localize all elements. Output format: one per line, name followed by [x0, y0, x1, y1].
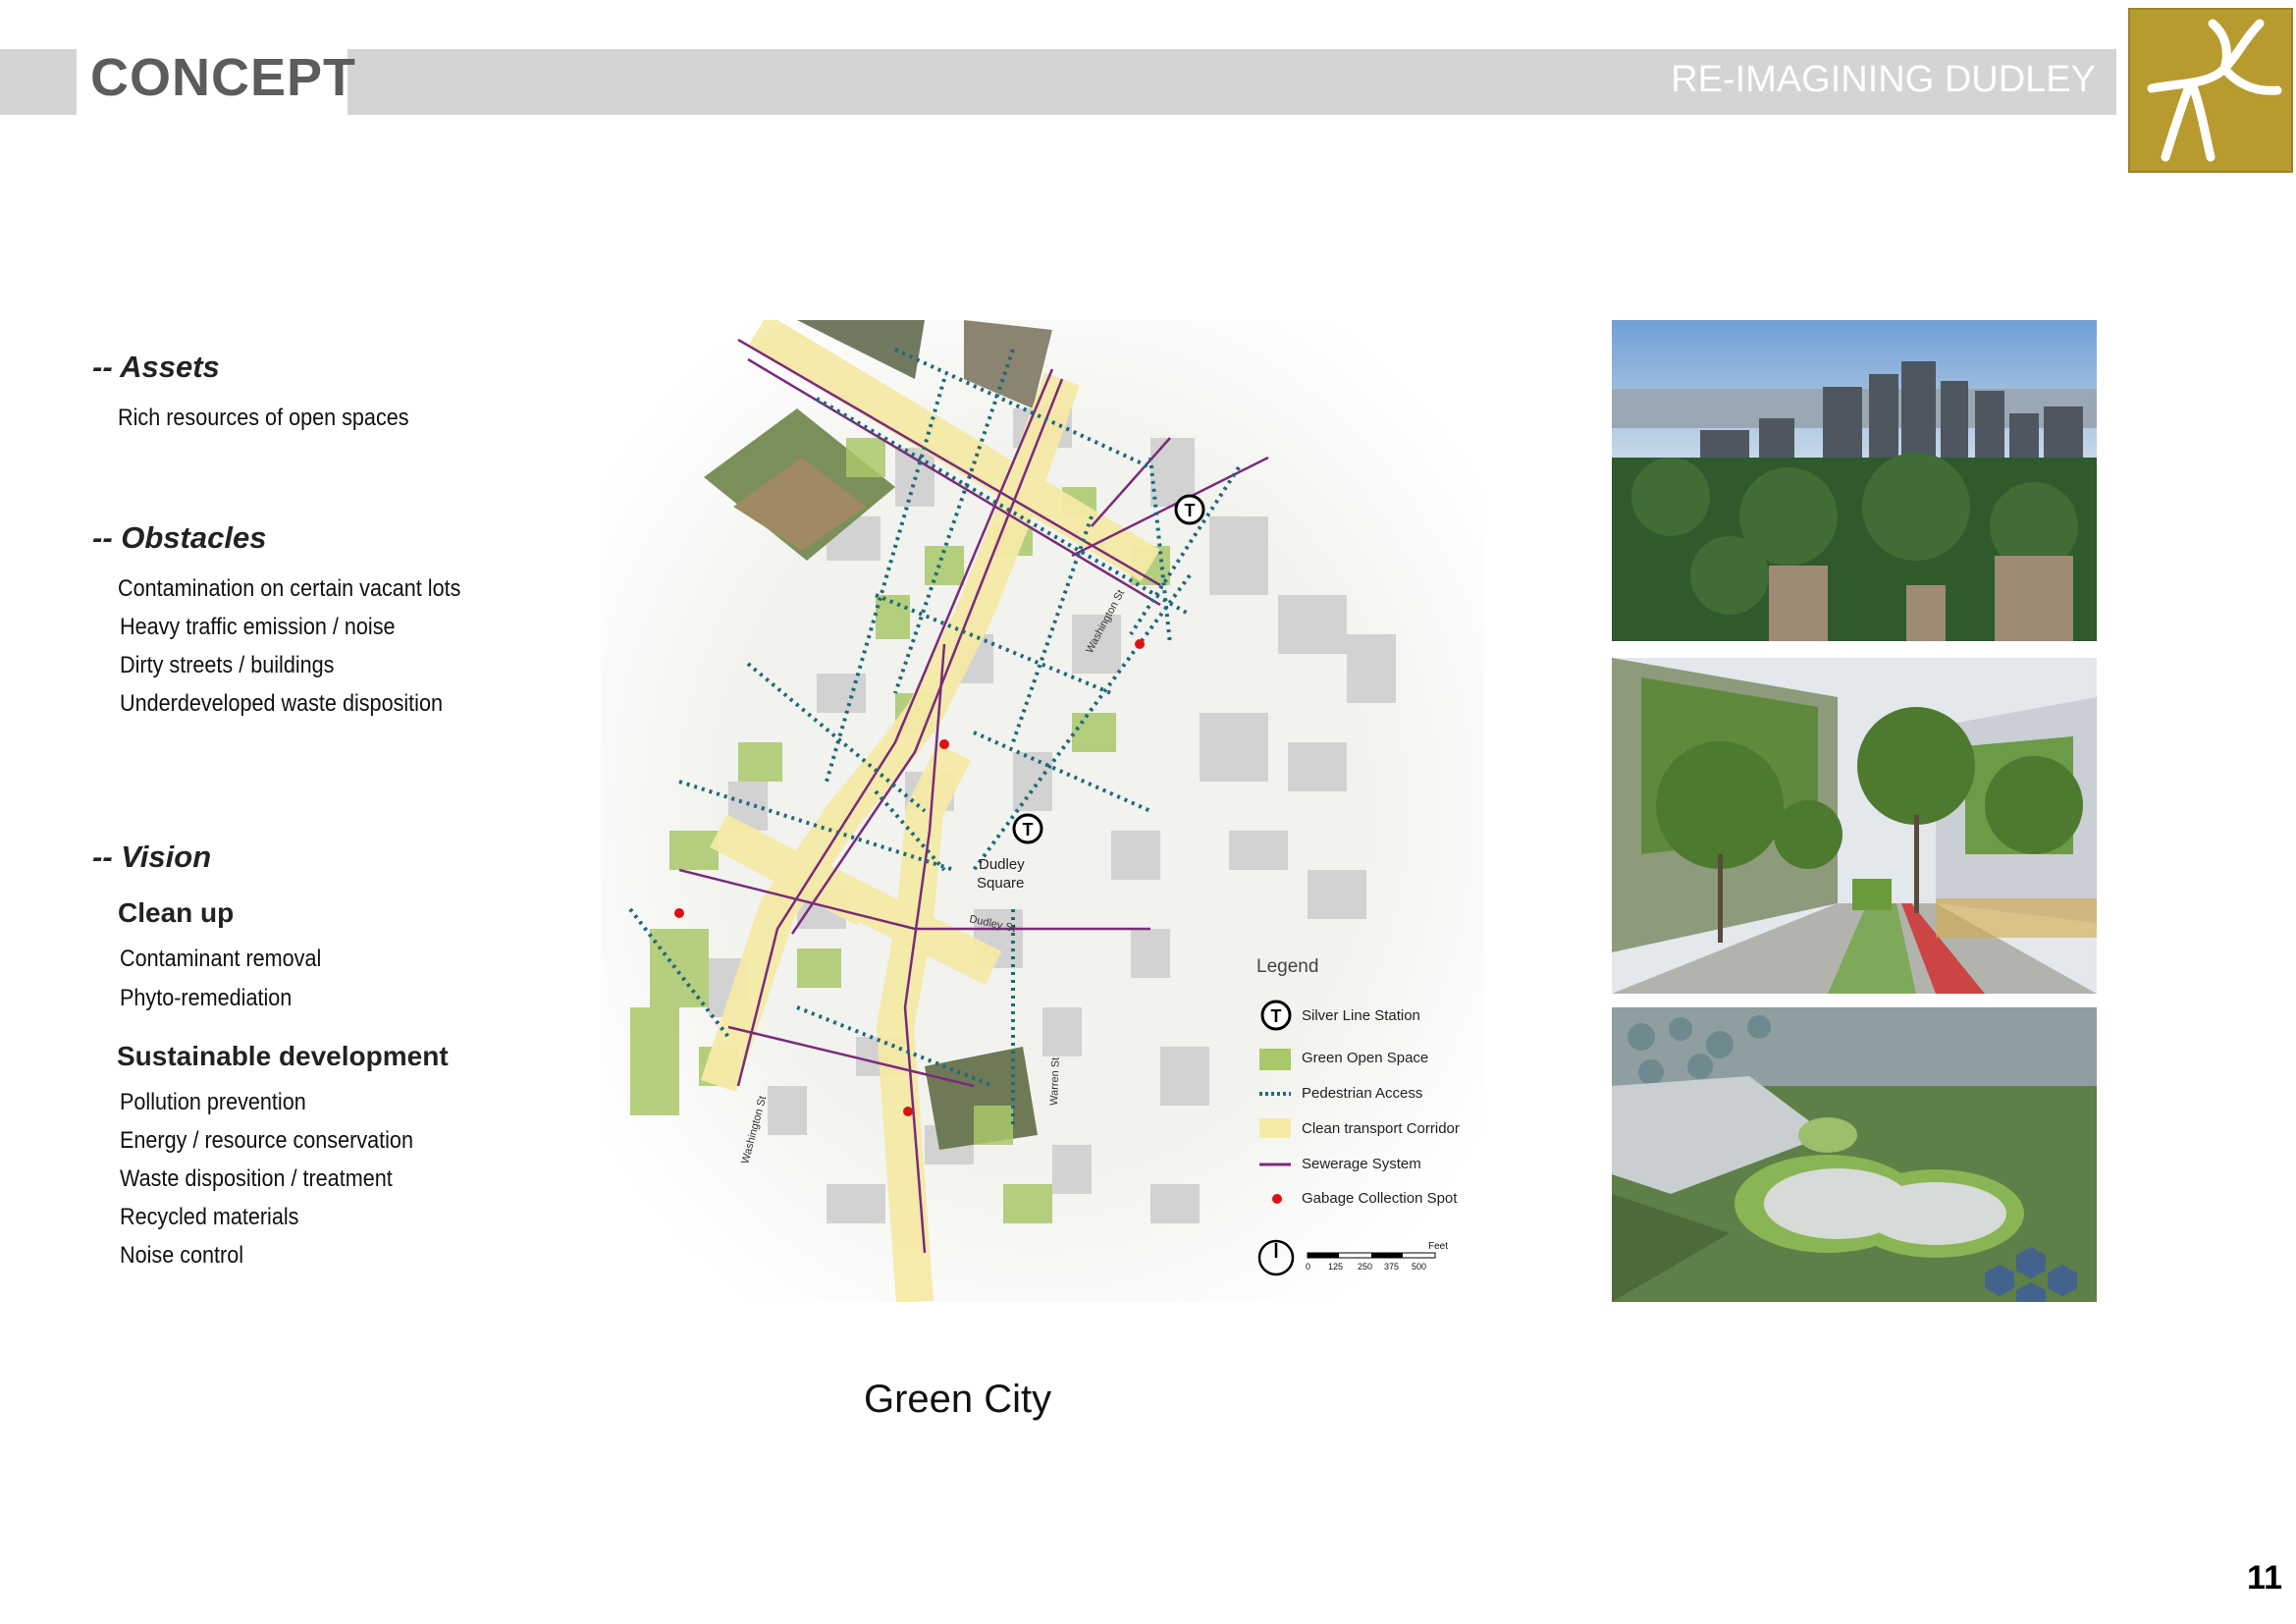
- assets-item: Rich resources of open spaces: [118, 405, 409, 431]
- sustainable-item: Recycled materials: [120, 1204, 299, 1230]
- svg-text:Feet: Feet: [1428, 1241, 1448, 1252]
- svg-text:T: T: [1185, 501, 1196, 520]
- svg-text:Sewerage System: Sewerage System: [1302, 1156, 1421, 1172]
- page-number: 11: [2247, 1559, 2282, 1597]
- site-plan-map: T T Dudley Square Dudley St Washington S…: [601, 320, 1484, 1302]
- logo: [2128, 8, 2293, 173]
- svg-text:Silver Line Station: Silver Line Station: [1302, 1007, 1420, 1024]
- green-street-tram-photo: [1612, 658, 2097, 994]
- obstacle-item: Contamination on certain vacant lots: [118, 575, 461, 602]
- svg-text:0: 0: [1306, 1262, 1310, 1272]
- svg-text:Gabage Collection Spot: Gabage Collection Spot: [1302, 1190, 1458, 1207]
- clean-up-heading: Clean up: [118, 897, 235, 928]
- figure-caption: Green City: [864, 1378, 1052, 1421]
- legend-item-corridor: Clean transport Corridor: [1259, 1118, 1460, 1138]
- obstacle-item: Underdeveloped waste disposition: [120, 690, 444, 717]
- sustainable-item: Energy / resource conservation: [120, 1127, 413, 1154]
- sustainable-item: Waste disposition / treatment: [120, 1165, 393, 1192]
- obstacles-heading: -- Obstacles: [92, 520, 267, 555]
- assets-heading: -- Assets: [92, 350, 220, 384]
- svg-text:125: 125: [1328, 1262, 1343, 1272]
- svg-text:500: 500: [1412, 1262, 1426, 1272]
- sustainable-heading: Sustainable development: [117, 1041, 449, 1071]
- section-title: CONCEPT: [90, 48, 357, 107]
- city-skyline-photo: [1612, 320, 2097, 641]
- legend-title: Legend: [1256, 956, 1318, 977]
- silver-line-station: T: [1012, 813, 1043, 844]
- svg-text:Green Open Space: Green Open Space: [1302, 1050, 1428, 1066]
- clean-up-item: Contaminant removal: [120, 946, 322, 972]
- header-band-left: [0, 49, 77, 115]
- svg-text:Pedestrian Access: Pedestrian Access: [1302, 1085, 1422, 1102]
- clean-up-item: Phyto-remediation: [120, 985, 293, 1011]
- obstacle-item: Dirty streets / buildings: [120, 652, 335, 678]
- map-label-square: Square: [977, 875, 1024, 892]
- page-subtitle: RE-IMAGINING DUDLEY: [1671, 59, 2096, 100]
- green-roof-development-photo: [1612, 1007, 2097, 1302]
- road-junction-icon: [2147, 19, 2282, 162]
- map-label-dudley: Dudley: [979, 856, 1025, 873]
- vision-heading: -- Vision: [92, 839, 212, 874]
- svg-text:T: T: [1023, 820, 1034, 839]
- sustainable-item: Pollution prevention: [120, 1089, 306, 1115]
- svg-text:375: 375: [1384, 1262, 1399, 1272]
- svg-text:Clean transport Corridor: Clean transport Corridor: [1302, 1120, 1460, 1137]
- sustainable-item: Noise control: [120, 1242, 244, 1269]
- street-label-warren: Warren St: [1048, 1057, 1062, 1106]
- svg-text:250: 250: [1358, 1262, 1372, 1272]
- silver-line-station: T: [1174, 494, 1205, 525]
- obstacle-item: Heavy traffic emission / noise: [120, 614, 396, 640]
- svg-text:T: T: [1271, 1006, 1282, 1026]
